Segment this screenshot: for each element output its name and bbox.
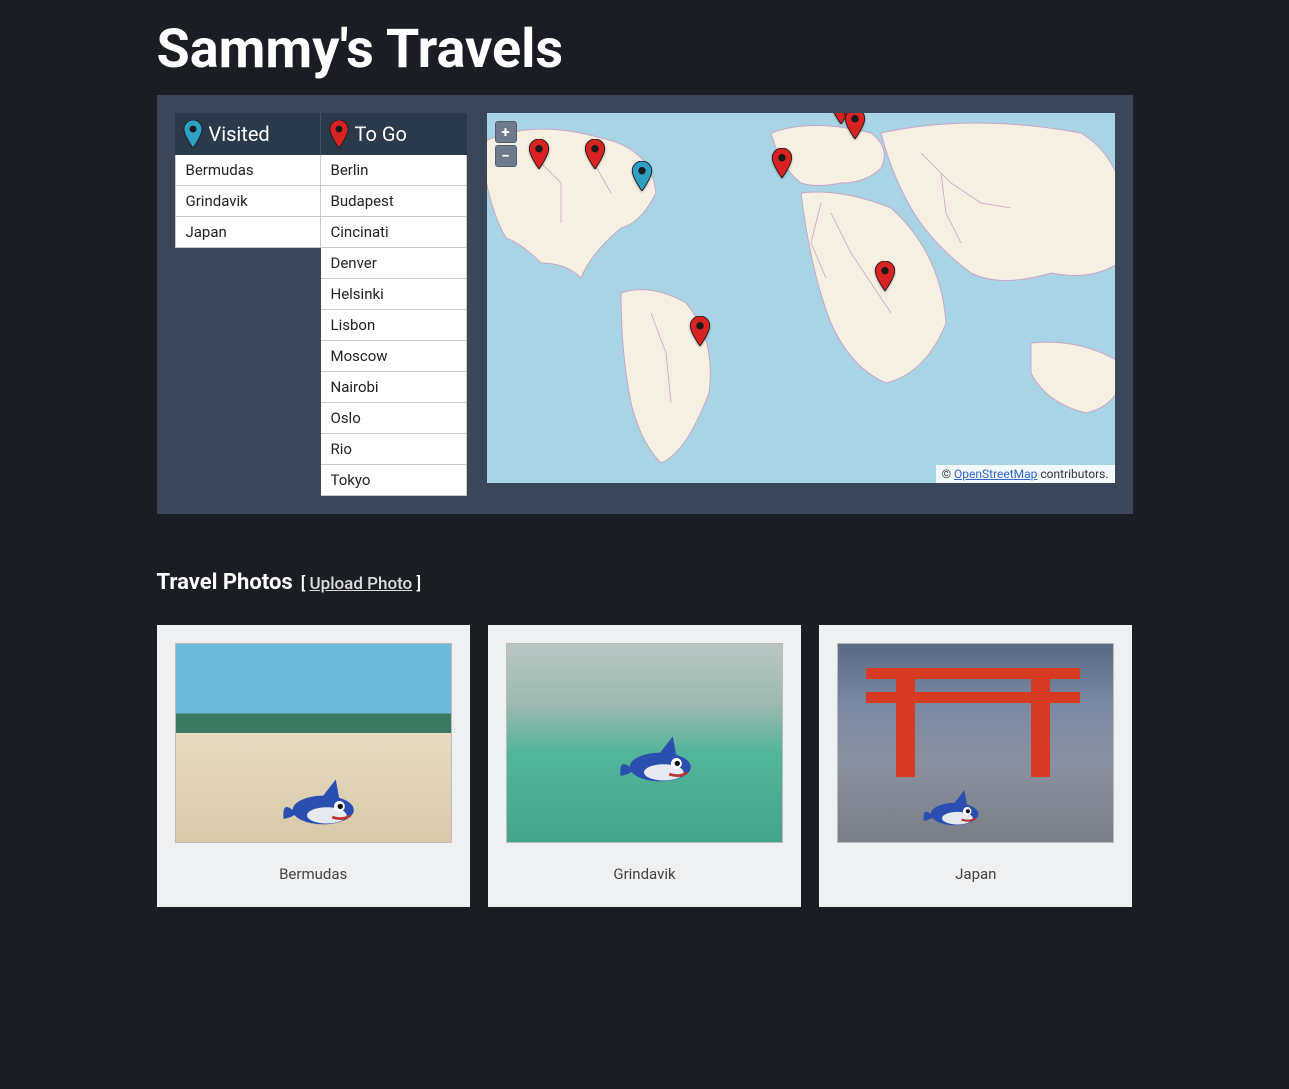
photo-caption: Japan — [837, 865, 1114, 883]
photo-image[interactable] — [506, 643, 783, 843]
photo-card: Grindavik — [488, 625, 801, 907]
photos-heading: Travel Photos — [157, 570, 293, 595]
togo-map-pin-icon[interactable] — [584, 139, 606, 169]
togo-item[interactable]: Berlin — [321, 155, 467, 186]
photo-image[interactable] — [837, 643, 1114, 843]
togo-item[interactable]: Lisbon — [321, 310, 467, 341]
visited-header: Visited — [175, 113, 321, 155]
photos-header: Travel Photos [ Upload Photo ] — [157, 570, 1133, 595]
torii-icon — [866, 668, 1081, 777]
togo-item[interactable]: Cincinati — [321, 217, 467, 248]
shark-mascot-icon — [617, 731, 707, 787]
togo-column: To Go BerlinBudapestCincinatiDenverHelsi… — [321, 113, 467, 496]
togo-item[interactable]: Denver — [321, 248, 467, 279]
photo-card: Bermudas — [157, 625, 470, 907]
togo-item[interactable]: Moscow — [321, 341, 467, 372]
upload-photo-link[interactable]: Upload Photo — [310, 574, 413, 594]
togo-item[interactable]: Budapest — [321, 186, 467, 217]
togo-item[interactable]: Helsinki — [321, 279, 467, 310]
togo-map-pin-icon[interactable] — [874, 261, 896, 291]
togo-item[interactable]: Nairobi — [321, 372, 467, 403]
togo-pin-icon — [329, 120, 349, 148]
location-lists: Visited BermudasGrindavikJapan To Go Ber… — [175, 113, 467, 496]
togo-header: To Go — [321, 113, 467, 155]
visited-header-label: Visited — [209, 122, 270, 146]
togo-item[interactable]: Rio — [321, 434, 467, 465]
map-attribution: © OpenStreetMap contributors. — [936, 465, 1115, 483]
photo-image[interactable] — [175, 643, 452, 843]
attr-prefix: © — [942, 467, 954, 481]
zoom-in-button[interactable]: + — [495, 121, 517, 143]
upload-bracket-close: ] — [412, 574, 421, 594]
visited-pin-icon — [183, 120, 203, 148]
photo-card: Japan — [819, 625, 1132, 907]
attr-suffix: contributors. — [1037, 467, 1108, 481]
visited-item[interactable]: Japan — [175, 217, 321, 248]
zoom-out-button[interactable]: − — [495, 145, 517, 167]
visited-item[interactable]: Bermudas — [175, 155, 321, 186]
togo-map-pin-icon[interactable] — [689, 316, 711, 346]
togo-item[interactable]: Oslo — [321, 403, 467, 434]
zoom-controls: + − — [495, 121, 517, 167]
togo-map-pin-icon[interactable] — [771, 148, 793, 178]
togo-map-pin-icon[interactable] — [844, 113, 866, 139]
photo-grid: Bermudas Grindavik Japan — [157, 625, 1133, 907]
upload-wrapper: [ Upload Photo ] — [301, 574, 421, 594]
photo-caption: Bermudas — [175, 865, 452, 883]
upload-bracket-open: [ — [301, 574, 310, 594]
map-svg — [487, 113, 1115, 483]
visited-list: BermudasGrindavikJapan — [175, 155, 321, 248]
togo-header-label: To Go — [355, 122, 407, 146]
page-title: Sammy's Travels — [157, 0, 1133, 95]
shark-mascot-icon — [921, 786, 991, 830]
visited-map-pin-icon[interactable] — [631, 161, 653, 191]
visited-item[interactable]: Grindavik — [175, 186, 321, 217]
map-panel: Visited BermudasGrindavikJapan To Go Ber… — [157, 95, 1133, 514]
photo-caption: Grindavik — [506, 865, 783, 883]
osm-link[interactable]: OpenStreetMap — [954, 467, 1037, 481]
world-map[interactable]: + − © OpenStreetMap contributors. — [487, 113, 1115, 483]
togo-list: BerlinBudapestCincinatiDenverHelsinkiLis… — [321, 155, 467, 496]
togo-item[interactable]: Tokyo — [321, 465, 467, 496]
visited-column: Visited BermudasGrindavikJapan — [175, 113, 321, 248]
shark-mascot-icon — [280, 774, 370, 830]
togo-map-pin-icon[interactable] — [528, 139, 550, 169]
